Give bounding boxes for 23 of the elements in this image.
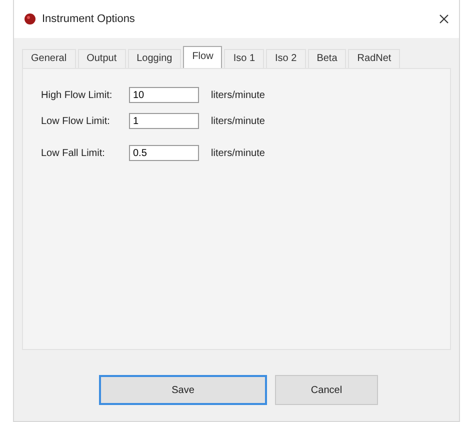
input-field[interactable]: 10 [129, 87, 199, 103]
tab[interactable]: General [22, 49, 76, 68]
tab[interactable]: Output [78, 49, 126, 68]
tab[interactable]: Beta [308, 49, 346, 68]
field-label: Low Flow Limit: [41, 116, 111, 126]
tab[interactable]: RadNet [348, 49, 400, 68]
tab[interactable]: Iso 2 [266, 49, 306, 68]
close-button[interactable] [437, 12, 451, 26]
unit-label: liters/minute [211, 90, 265, 100]
tab[interactable]: Flow [183, 46, 222, 68]
input-field[interactable]: 0.5 [129, 145, 199, 161]
tab[interactable]: Logging [128, 49, 182, 68]
window-title: Instrument Options [42, 13, 136, 25]
field-label: High Flow Limit: [41, 90, 114, 100]
unit-label: liters/minute [211, 116, 265, 126]
app-icon [24, 13, 36, 25]
input-field[interactable]: 1 [129, 113, 199, 129]
close-icon [439, 14, 449, 24]
save-button[interactable]: Save [99, 375, 267, 405]
field-label: Low Fall Limit: [41, 148, 106, 158]
cancel-button[interactable]: Cancel [275, 375, 378, 405]
unit-label: liters/minute [211, 148, 265, 158]
tab[interactable]: Iso 1 [224, 49, 264, 68]
